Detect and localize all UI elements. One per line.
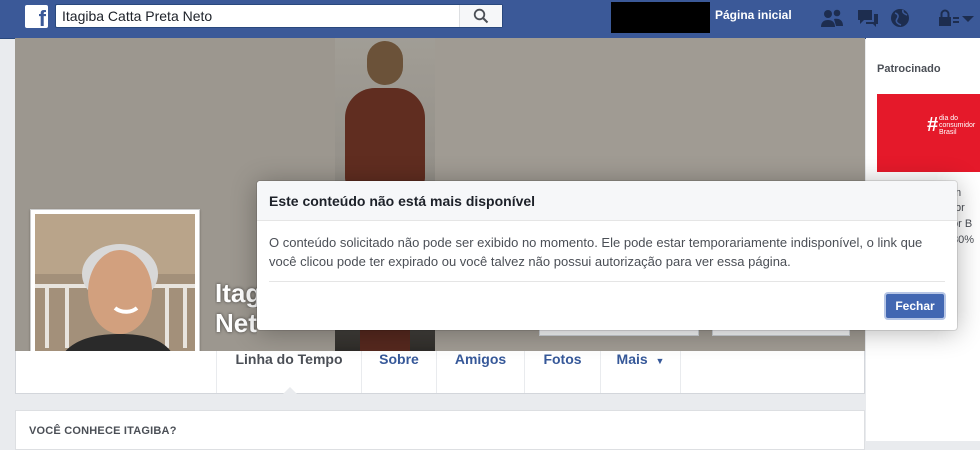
dialog-divider	[269, 281, 945, 282]
profile-first-name: Itagiba	[215, 278, 257, 308]
profile-name[interactable]: Itagiba Neto	[215, 278, 257, 338]
tab-friends[interactable]: Amigos	[436, 351, 524, 393]
search-icon	[473, 8, 489, 24]
active-tab-indicator	[283, 387, 297, 394]
chevron-down-icon: ▼	[655, 356, 665, 366]
home-link[interactable]: Página inicial	[715, 8, 792, 22]
close-button[interactable]: Fechar	[886, 294, 944, 318]
top-bar: f Página inicial	[0, 0, 980, 39]
profile-photo	[35, 214, 195, 374]
ad-hash: #	[927, 114, 939, 136]
search-button[interactable]	[459, 5, 502, 27]
search-box	[55, 4, 503, 28]
ad-image[interactable]: # dia do consumidor Brasil	[877, 94, 980, 172]
notifications-globe-icon[interactable]	[889, 8, 913, 28]
privacy-lock-icon[interactable]	[936, 8, 960, 28]
dialog-header: Este conteúdo não está mais disponível	[257, 181, 957, 221]
dialog-message: O conteúdo solicitado não pode ser exibi…	[269, 235, 923, 269]
content-unavailable-dialog: Este conteúdo não está mais disponível O…	[257, 181, 957, 330]
redacted-user-name	[611, 2, 710, 33]
ad-logo-text: dia do consumidor Brasil	[939, 115, 976, 136]
facebook-logo-icon[interactable]: f	[25, 5, 48, 31]
profile-photo-image	[35, 214, 195, 374]
messages-icon[interactable]	[856, 8, 880, 28]
card-title: VOCÊ CONHECE ITAGIBA?	[29, 425, 177, 437]
profile-last-name: Neto	[215, 308, 257, 338]
profile-nav: Linha do Tempo Sobre Amigos Fotos Mais ▼	[15, 351, 865, 394]
sponsored-heading: Patrocinado	[877, 63, 941, 75]
tab-photos[interactable]: Fotos	[524, 351, 600, 393]
cover-action-button[interactable]	[712, 329, 850, 336]
friend-requests-icon[interactable]	[820, 8, 844, 28]
tab-more[interactable]: Mais ▼	[600, 351, 681, 393]
dialog-title: Este conteúdo não está mais disponível	[269, 193, 536, 209]
account-menu-icon[interactable]	[960, 8, 976, 28]
search-input[interactable]	[56, 5, 473, 27]
people-you-may-know-card: VOCÊ CONHECE ITAGIBA?	[15, 410, 865, 450]
tab-about[interactable]: Sobre	[361, 351, 436, 393]
cover-action-button[interactable]	[539, 329, 699, 336]
tab-more-label: Mais	[616, 351, 648, 367]
